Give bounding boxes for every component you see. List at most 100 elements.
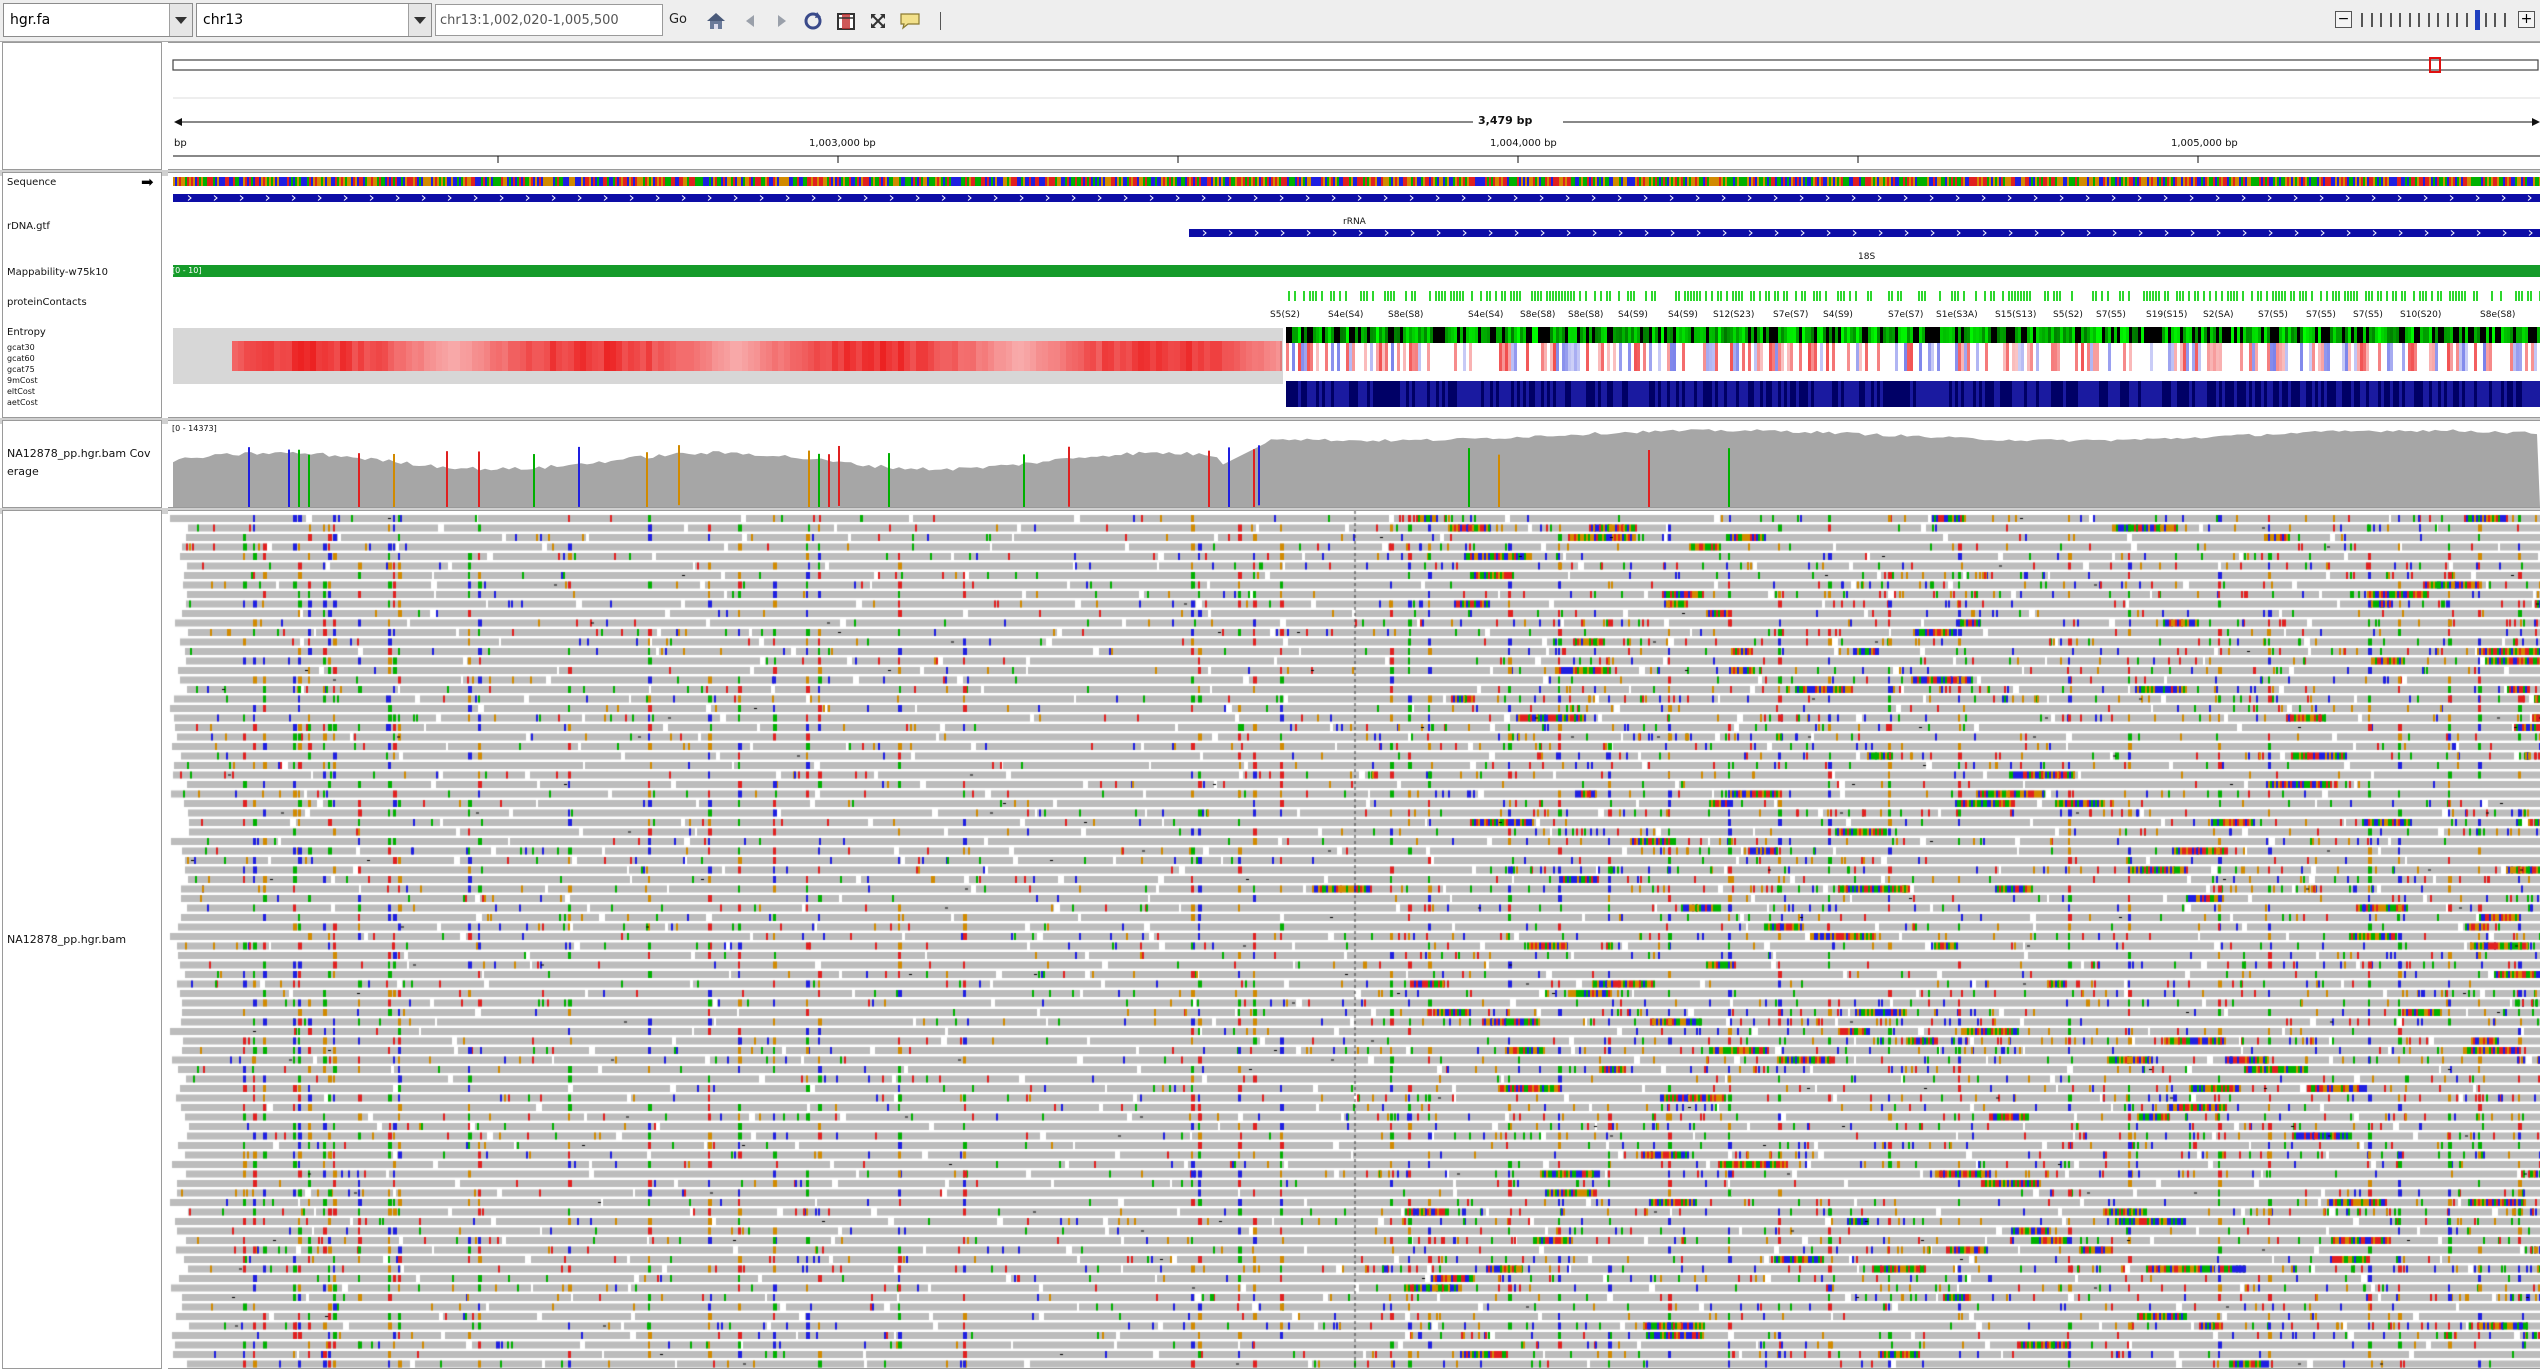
- protein-contact-label[interactable]: S1e(S3A): [1936, 310, 1978, 320]
- coverage-mismatch[interactable]: [838, 445, 840, 506]
- ideogram[interactable]: [168, 43, 2540, 169]
- coverage-mismatch[interactable]: [1228, 447, 1230, 507]
- locus-input[interactable]: [435, 4, 663, 36]
- zoom-in-button[interactable]: +: [2518, 11, 2535, 28]
- back-icon[interactable]: [738, 9, 762, 33]
- coverage-mismatch[interactable]: [1258, 445, 1260, 506]
- zoom-level-tick[interactable]: [2503, 13, 2506, 27]
- zoom-level-tick[interactable]: [2380, 13, 2382, 27]
- protein-contact-label[interactable]: S4(S9): [1668, 310, 1698, 320]
- coverage-mismatch[interactable]: [1728, 448, 1730, 507]
- protein-contacts-track[interactable]: [1288, 291, 2540, 301]
- home-icon[interactable]: [704, 9, 728, 33]
- coverage-mismatch[interactable]: [358, 453, 360, 507]
- protein-contact-label[interactable]: S5(S2): [1270, 310, 1300, 320]
- track-label-mappability[interactable]: Mappability-w75k10: [7, 267, 108, 278]
- zoom-level-tick[interactable]: [2494, 13, 2496, 27]
- coverage-mismatch[interactable]: [578, 446, 580, 507]
- zoom-widget[interactable]: − +: [2335, 8, 2535, 34]
- chromosome-dropdown[interactable]: chr13: [196, 3, 432, 37]
- coverage-mismatch[interactable]: [308, 454, 310, 507]
- protein-contact-label[interactable]: S15(S13): [1995, 310, 2036, 320]
- zoom-level-tick[interactable]: [2465, 13, 2468, 27]
- coverage-mismatch[interactable]: [478, 451, 480, 507]
- zoom-out-button[interactable]: −: [2335, 11, 2352, 28]
- alignment-reads[interactable]: [168, 511, 2540, 1368]
- coverage-mismatch[interactable]: [646, 452, 648, 507]
- coverage-mismatch[interactable]: [888, 453, 890, 507]
- zoom-level-tick[interactable]: [2370, 13, 2373, 27]
- zoom-level-tick[interactable]: [2389, 13, 2392, 27]
- protein-contact-label[interactable]: S4e(S4): [1468, 310, 1503, 320]
- protein-contact-label[interactable]: S7e(S7): [1773, 310, 1808, 320]
- zoom-level-tick[interactable]: [2399, 13, 2401, 27]
- coverage-mismatch[interactable]: [1498, 454, 1500, 507]
- popup-text-icon[interactable]: [898, 9, 922, 33]
- coverage-mismatch[interactable]: [393, 453, 395, 507]
- genome-dropdown[interactable]: hgr.fa: [3, 3, 193, 37]
- rrna-feature-bar[interactable]: [1189, 229, 2540, 237]
- protein-contact-label[interactable]: S7(S5): [2096, 310, 2126, 320]
- coverage-mismatch[interactable]: [1468, 448, 1470, 507]
- protein-contact-label[interactable]: S4(S9): [1618, 310, 1648, 320]
- zoom-level-tick[interactable]: [2427, 13, 2430, 27]
- protein-contact-label[interactable]: S8e(S8): [2480, 310, 2515, 320]
- coverage-mismatch[interactable]: [828, 454, 830, 507]
- sequence-track[interactable]: [173, 177, 2540, 186]
- track-label-alignments[interactable]: NA12878_pp.hgr.bam: [7, 933, 126, 946]
- protein-contact-label[interactable]: S7(S5): [2353, 310, 2383, 320]
- track-label-coverage[interactable]: NA12878_pp.hgr.bam Coverage: [7, 445, 157, 481]
- coverage-mismatch[interactable]: [1648, 449, 1650, 507]
- zoom-level-tick[interactable]: [2446, 13, 2449, 27]
- mappability-bar[interactable]: [173, 265, 2540, 277]
- protein-contact-label[interactable]: S8e(S8): [1388, 310, 1423, 320]
- protein-contact-label[interactable]: S19(S15): [2146, 310, 2187, 320]
- coverage-mismatch[interactable]: [298, 449, 300, 507]
- coverage-mismatch[interactable]: [248, 447, 250, 507]
- forward-icon[interactable]: [770, 9, 794, 33]
- zoom-level-tick[interactable]: [2437, 13, 2439, 27]
- protein-contact-label[interactable]: S4e(S4): [1328, 310, 1363, 320]
- coverage-mismatch[interactable]: [446, 451, 448, 507]
- zoom-level-tick[interactable]: [2475, 10, 2480, 30]
- coverage-mismatch[interactable]: [533, 454, 535, 507]
- protein-contact-label[interactable]: S8e(S8): [1520, 310, 1555, 320]
- coverage-area[interactable]: [173, 429, 2540, 507]
- protein-contact-label[interactable]: S8e(S8): [1568, 310, 1603, 320]
- roi-icon[interactable]: [834, 9, 858, 33]
- protein-contact-label[interactable]: S7e(S7): [1888, 310, 1923, 320]
- go-button[interactable]: Go: [664, 4, 692, 36]
- protein-contact-label[interactable]: S12(S23): [1713, 310, 1754, 320]
- track-label-protein-contacts[interactable]: proteinContacts: [7, 297, 87, 308]
- zoom-level-tick[interactable]: [2484, 13, 2487, 27]
- protein-contact-label[interactable]: S4(S9): [1823, 310, 1853, 320]
- protein-contact-label[interactable]: S10(S20): [2400, 310, 2441, 320]
- coverage-mismatch[interactable]: [1023, 454, 1025, 507]
- coverage-mismatch[interactable]: [818, 453, 820, 507]
- coverage-mismatch[interactable]: [678, 445, 680, 506]
- entropy-heatmap[interactable]: [173, 327, 2540, 407]
- coverage-mismatch[interactable]: [1208, 450, 1210, 507]
- zoom-level-tick[interactable]: [2361, 13, 2363, 27]
- coverage-mismatch[interactable]: [1253, 449, 1255, 507]
- coverage-track[interactable]: [168, 421, 2540, 507]
- protein-contact-label[interactable]: S5(S2): [2053, 310, 2083, 320]
- gtf-track[interactable]: [173, 194, 2540, 237]
- protein-contact-label[interactable]: S2(SA): [2203, 310, 2234, 320]
- chevron-down-icon[interactable]: [169, 4, 192, 36]
- refresh-icon[interactable]: [801, 9, 825, 33]
- coverage-mismatch[interactable]: [1068, 446, 1070, 507]
- chevron-down-icon[interactable]: [408, 4, 431, 36]
- coverage-mismatch[interactable]: [288, 449, 290, 507]
- gtf-feature-bar[interactable]: [173, 194, 2540, 202]
- strand-arrow-icon[interactable]: ➡: [141, 173, 154, 191]
- feature-tracks[interactable]: [168, 173, 2540, 417]
- track-label-gtf[interactable]: rDNA.gtf: [7, 221, 50, 232]
- chromosome-ideogram[interactable]: [172, 59, 2539, 71]
- protein-contact-label[interactable]: S7(S5): [2258, 310, 2288, 320]
- resize-icon[interactable]: [866, 9, 890, 33]
- coverage-mismatch[interactable]: [808, 450, 810, 507]
- zoom-level-tick[interactable]: [2456, 13, 2458, 27]
- protein-contact-label[interactable]: S7(S5): [2306, 310, 2336, 320]
- zoom-level-tick[interactable]: [2408, 13, 2411, 27]
